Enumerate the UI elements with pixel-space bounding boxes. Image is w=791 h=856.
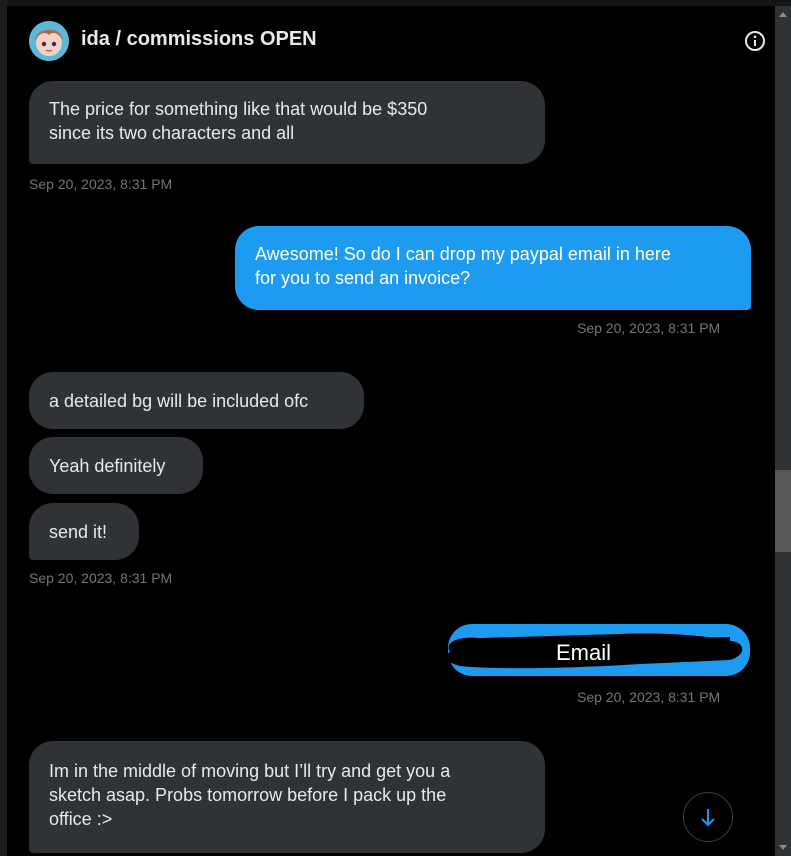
arrow-down-icon (701, 809, 715, 827)
window-left-edge (0, 0, 7, 856)
conversation-header: ida / commissions OPEN (7, 6, 775, 76)
message-timestamp: Sep 20, 2023, 8:31 PM (29, 570, 173, 586)
message-timestamp: Sep 20, 2023, 8:31 PM (577, 320, 721, 336)
page-title[interactable]: ida / commissions OPEN (81, 28, 317, 51)
message-bubble-outgoing[interactable]: Awesome! So do I can drop my paypal emai… (235, 226, 751, 310)
scrollbar-thumb[interactable] (775, 470, 791, 552)
avatar-image (29, 21, 69, 61)
scroll-to-bottom-button[interactable] (683, 792, 733, 842)
message-bubble-incoming[interactable]: The price for something like that would … (29, 81, 545, 164)
email-label: Email (556, 640, 612, 665)
message-bubble-incoming[interactable]: Im in the middle of moving but I’ll try … (29, 741, 545, 853)
avatar[interactable] (29, 21, 69, 61)
message-bubble-incoming[interactable]: Yeah definitely (29, 437, 203, 494)
info-icon[interactable] (744, 30, 766, 52)
dm-conversation-window: ida / commissions OPEN The price for som… (0, 0, 791, 856)
message-bubble-incoming[interactable]: a detailed bg will be included ofc (29, 372, 364, 429)
message-timestamp: Sep 20, 2023, 8:31 PM (577, 689, 721, 705)
scroll-down-arrow-icon[interactable] (779, 845, 787, 850)
scrollbar[interactable] (775, 6, 791, 856)
message-bubble-incoming[interactable]: send it! (29, 503, 139, 560)
message-timestamp: Sep 20, 2023, 8:31 PM (29, 176, 173, 192)
scroll-up-arrow-icon[interactable] (779, 12, 787, 17)
